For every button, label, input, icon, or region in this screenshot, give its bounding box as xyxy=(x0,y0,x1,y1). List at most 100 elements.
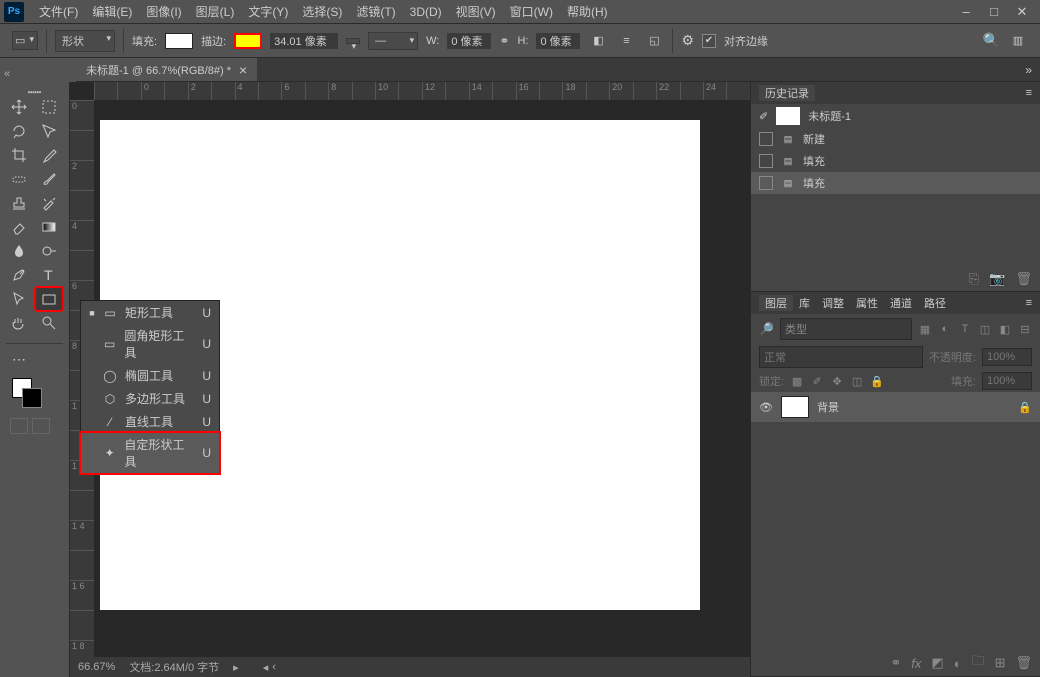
filter-type-icon[interactable]: T xyxy=(958,322,972,336)
menu-select[interactable]: 选择(S) xyxy=(295,3,349,20)
quick-mask-icon[interactable] xyxy=(10,418,28,434)
stroke-width-dropdown[interactable] xyxy=(346,38,360,44)
shape-flyout-item[interactable]: ✦自定形状工具U xyxy=(81,433,219,473)
adjustments-tab[interactable]: 调整 xyxy=(816,295,850,311)
layer-thumbnail[interactable] xyxy=(781,396,809,418)
filter-toggle-icon[interactable]: ⊟ xyxy=(1018,322,1032,336)
type-tool[interactable]: T xyxy=(36,264,62,286)
create-document-icon[interactable]: ⎘ xyxy=(969,271,979,287)
brush-tool[interactable] xyxy=(36,168,62,190)
layer-name[interactable]: 背景 xyxy=(817,399,839,415)
collapse-left-icon[interactable]: « xyxy=(4,68,10,80)
marquee-tool[interactable] xyxy=(36,96,62,118)
shape-mode-select[interactable]: 形状 xyxy=(55,30,115,52)
delete-layer-icon[interactable]: 🗑 xyxy=(1015,655,1032,671)
history-tab[interactable]: 历史记录 xyxy=(759,85,815,101)
color-swatches[interactable] xyxy=(0,378,69,414)
zoom-level[interactable]: 66.67% xyxy=(78,661,115,673)
group-icon[interactable]: 🗀 xyxy=(972,652,985,674)
stroke-style-select[interactable]: — xyxy=(368,32,418,50)
link-layers-icon[interactable]: ⚭ xyxy=(890,655,901,671)
align-edges-checkbox[interactable]: ✔ xyxy=(702,34,716,48)
panel-menu-icon[interactable]: ≡ xyxy=(1026,297,1032,309)
history-checkbox[interactable] xyxy=(759,176,773,190)
paths-tab[interactable]: 路径 xyxy=(918,295,952,311)
visibility-icon[interactable]: 👁 xyxy=(759,401,773,414)
layer-row[interactable]: 👁 背景 🔒 xyxy=(751,392,1040,422)
path-arrangement-icon[interactable]: ◱ xyxy=(644,31,664,51)
fill-opacity-input[interactable]: 100% xyxy=(982,372,1032,390)
layer-style-icon[interactable]: fx xyxy=(911,656,921,671)
shape-flyout-item[interactable]: ∕直线工具U xyxy=(81,410,219,433)
new-layer-icon[interactable]: ⊞ xyxy=(995,655,1006,671)
gradient-tool[interactable] xyxy=(36,216,62,238)
lock-artboard-icon[interactable]: ◫ xyxy=(850,374,864,388)
window-maximize[interactable]: □ xyxy=(980,1,1008,23)
document-tab[interactable]: 未标题-1 @ 66.7%(RGB/8#) * × xyxy=(76,58,257,81)
shape-flyout-item[interactable]: ⬡多边形工具U xyxy=(81,387,219,410)
filter-type-icon[interactable]: 🔎 xyxy=(759,322,774,336)
info-dropdown-icon[interactable]: ▸ xyxy=(233,661,239,674)
menu-help[interactable]: 帮助(H) xyxy=(560,3,615,20)
properties-tab[interactable]: 属性 xyxy=(850,295,884,311)
layer-mask-icon[interactable]: ◩ xyxy=(931,655,943,671)
fill-swatch[interactable] xyxy=(165,33,193,49)
stroke-swatch[interactable] xyxy=(234,33,262,49)
library-tab[interactable]: 库 xyxy=(793,295,816,311)
window-close[interactable]: ✕ xyxy=(1008,1,1036,23)
zoom-tool[interactable] xyxy=(36,312,62,334)
move-tool[interactable] xyxy=(6,96,32,118)
path-alignment-icon[interactable]: ≡ xyxy=(616,31,636,51)
link-dimensions-icon[interactable]: ⚭ xyxy=(499,34,509,48)
quick-select-tool[interactable] xyxy=(36,120,62,142)
path-select-tool[interactable] xyxy=(6,288,32,310)
channels-tab[interactable]: 通道 xyxy=(884,295,918,311)
dodge-tool[interactable] xyxy=(36,240,62,262)
lasso-tool[interactable] xyxy=(6,120,32,142)
hand-tool[interactable] xyxy=(6,312,32,334)
eyedropper-tool[interactable] xyxy=(36,144,62,166)
toolbar-grip-icon[interactable]: ┅┅ xyxy=(20,86,50,94)
menu-file[interactable]: 文件(F) xyxy=(32,3,85,20)
blend-mode-select[interactable]: 正常 xyxy=(759,346,923,368)
history-snapshot[interactable]: ✐ 未标题-1 xyxy=(751,104,1040,128)
menu-edit[interactable]: 编辑(E) xyxy=(85,3,139,20)
horizontal-ruler[interactable]: 024681012141618202224 xyxy=(94,82,750,100)
layers-tab[interactable]: 图层 xyxy=(759,295,793,311)
filter-adjust-icon[interactable]: ◐ xyxy=(938,322,952,336)
doc-info[interactable]: 文档:2.64M/0 字节 xyxy=(129,659,219,675)
lock-all-icon[interactable]: 🔒 xyxy=(870,374,884,388)
heal-tool[interactable] xyxy=(6,168,32,190)
panel-menu-icon[interactable]: ≡ xyxy=(1026,87,1032,99)
adjustment-layer-icon[interactable]: ◐ xyxy=(954,656,962,671)
history-checkbox[interactable] xyxy=(759,132,773,146)
pen-tool[interactable] xyxy=(6,264,32,286)
crop-tool[interactable] xyxy=(6,144,32,166)
height-input[interactable] xyxy=(536,33,580,49)
search-icon[interactable]: 🔍 xyxy=(983,32,1000,49)
shape-tool[interactable] xyxy=(36,288,62,310)
shape-flyout-item[interactable]: ▭圆角矩形工具U xyxy=(81,324,219,364)
history-step[interactable]: ▤填充 xyxy=(751,150,1040,172)
delete-icon[interactable]: 🗑 xyxy=(1015,271,1032,287)
snapshot-icon[interactable]: 📷 xyxy=(989,271,1005,287)
screen-mode-icon[interactable] xyxy=(32,418,50,434)
shape-flyout-item[interactable]: ■▭矩形工具U xyxy=(81,301,219,324)
eraser-tool[interactable] xyxy=(6,216,32,238)
stroke-width-input[interactable] xyxy=(270,33,338,49)
lock-image-icon[interactable]: ✐ xyxy=(810,374,824,388)
lock-transparency-icon[interactable]: ▩ xyxy=(790,374,804,388)
history-checkbox[interactable] xyxy=(759,154,773,168)
path-operations-icon[interactable]: ◧ xyxy=(588,31,608,51)
close-icon[interactable]: × xyxy=(239,62,247,78)
menu-filter[interactable]: 滤镜(T) xyxy=(349,3,402,20)
history-step[interactable]: ▤填充 xyxy=(751,172,1040,194)
menu-layer[interactable]: 图层(L) xyxy=(189,3,242,20)
stamp-tool[interactable] xyxy=(6,192,32,214)
window-minimize[interactable]: – xyxy=(952,1,980,23)
filter-shape-icon[interactable]: ◫ xyxy=(978,322,992,336)
nav-first-icon[interactable]: ◂ xyxy=(263,661,269,674)
blur-tool[interactable] xyxy=(6,240,32,262)
lock-position-icon[interactable]: ✥ xyxy=(830,374,844,388)
background-color[interactable] xyxy=(22,388,42,408)
